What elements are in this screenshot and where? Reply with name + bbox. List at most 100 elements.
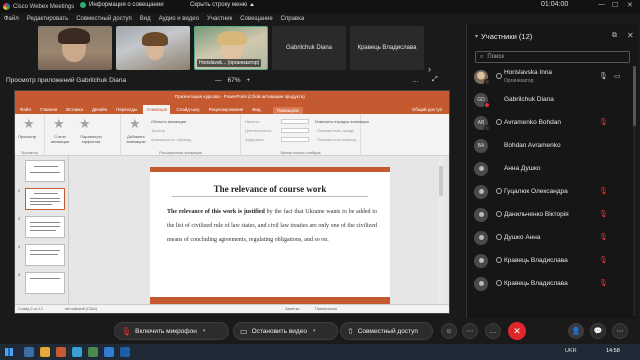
slide-thumb-2[interactable] xyxy=(25,188,65,210)
ppt-tab-animations[interactable]: Анимация xyxy=(143,105,171,114)
comments-button[interactable]: Примечания xyxy=(315,307,337,311)
menu-help[interactable]: Справка xyxy=(281,16,305,22)
minimize-icon[interactable]: — xyxy=(598,1,605,8)
move-later-button[interactable]: Переместить вперед xyxy=(317,137,356,142)
animation-pane-button[interactable]: Область анимации xyxy=(151,119,186,124)
fullscreen-icon[interactable]: ⤢ xyxy=(432,76,438,84)
participant-row[interactable]: Анна Душко xyxy=(467,158,632,180)
add-animation-star-icon[interactable]: ★ xyxy=(129,117,141,130)
zoom-level[interactable]: 67% xyxy=(228,77,241,84)
menu-participant[interactable]: Участник xyxy=(207,16,232,22)
ppt-tab-transitions[interactable]: Переходы xyxy=(113,105,140,114)
participant-row[interactable]: Душко Анна 🎙 xyxy=(467,227,632,249)
taskbar-app-icon[interactable] xyxy=(104,347,114,357)
slide-thumb-4[interactable] xyxy=(25,244,65,266)
taskbar-app-icon[interactable] xyxy=(120,347,130,357)
menu-share[interactable]: Совместный доступ xyxy=(76,16,132,22)
language-tray[interactable]: UKR xyxy=(565,348,577,354)
ppt-search-box[interactable]: Помощник xyxy=(272,107,303,114)
mic-muted-icon[interactable]: 🎙 xyxy=(599,118,608,126)
ppt-tab-review[interactable]: Рецензирование xyxy=(206,105,247,114)
duration-input[interactable] xyxy=(281,128,309,133)
maximize-icon[interactable]: ☐ xyxy=(612,1,618,9)
add-animation-button[interactable]: Добавить анимацию xyxy=(123,134,149,144)
effect-options-button[interactable]: Параметры эффектов xyxy=(77,134,105,144)
participant-row[interactable]: Гуцалюк Олександра 🎙 xyxy=(467,181,632,203)
mic-muted-icon[interactable]: 🎙 xyxy=(599,187,608,195)
ppt-tab-file[interactable]: Файл xyxy=(17,105,34,114)
taskbar-app-icon[interactable] xyxy=(56,347,66,357)
participant-row[interactable]: AB Avramenko Bohdan 🎙 xyxy=(467,112,632,134)
participants-toggle-icon[interactable]: 👤 xyxy=(568,323,584,339)
zoom-in-button[interactable]: + xyxy=(247,77,251,84)
video-tile-host[interactable]: Horislavsk... (организатор) xyxy=(194,26,268,70)
start-select[interactable] xyxy=(281,119,309,124)
participant-search-input[interactable]: ⌕ Поиск xyxy=(475,51,630,63)
animation-painter-button[interactable]: Анимация по образцу xyxy=(151,137,191,142)
trigger-button[interactable]: Триггер xyxy=(151,128,165,133)
ppt-share-button[interactable]: Общий доступ xyxy=(409,105,445,114)
slide-thumb-3[interactable] xyxy=(25,216,65,238)
close-panel-icon[interactable]: ✕ xyxy=(627,31,634,40)
close-icon[interactable]: ✕ xyxy=(627,1,633,9)
video-tile-1[interactable] xyxy=(38,26,112,70)
windows-start-icon[interactable] xyxy=(5,348,13,356)
menu-file[interactable]: Файл xyxy=(4,16,19,22)
ppt-tab-slideshow[interactable]: Слайд-шоу xyxy=(173,105,202,114)
participant-list-scrollbar[interactable] xyxy=(633,66,636,316)
ppt-tab-insert[interactable]: Вставка xyxy=(63,105,86,114)
preview-star-icon[interactable]: ★ xyxy=(23,117,35,130)
menu-meeting[interactable]: Совещание xyxy=(240,16,272,22)
slide-canvas[interactable]: The relevance of course work The relevan… xyxy=(150,167,390,306)
slide-thumb-1[interactable] xyxy=(25,160,65,182)
notes-button[interactable]: Заметки xyxy=(285,307,300,311)
avatar xyxy=(474,254,488,268)
taskbar-app-icon[interactable] xyxy=(40,347,50,357)
unmute-button[interactable]: 🎙 Включить микрофон ▾ xyxy=(114,322,229,340)
participant-row[interactable]: Кравець Владислава 🎙 xyxy=(467,250,632,272)
menu-edit[interactable]: Редактировать xyxy=(27,16,68,22)
participant-row[interactable]: Horislavska Inna Организатор 🎙 ▭ xyxy=(467,66,632,88)
chevron-down-icon[interactable]: ▾ xyxy=(203,328,206,334)
ppt-tab-design[interactable]: Дизайн xyxy=(89,105,110,114)
anim-styles-button[interactable]: Стили анимации xyxy=(47,134,73,144)
anim-style-star-icon[interactable]: ★ xyxy=(53,117,65,130)
popout-icon[interactable]: ⧉ xyxy=(612,32,617,40)
participants-header[interactable]: ▾ Участники (12) xyxy=(475,32,532,41)
ppt-vertical-scrollbar[interactable] xyxy=(438,156,444,306)
mic-muted-icon[interactable]: 🎙 xyxy=(599,233,608,241)
mic-muted-icon[interactable]: 🎙 xyxy=(599,279,608,287)
participant-row[interactable]: GD Gabrilchuk Diana xyxy=(467,89,632,111)
mic-muted-icon[interactable]: 🎙 xyxy=(599,210,608,218)
zoom-out-button[interactable]: — xyxy=(215,77,222,84)
menu-audio-video[interactable]: Аудио и видео xyxy=(159,16,199,22)
participant-row[interactable]: BA Bohdan Avramenko xyxy=(467,135,632,157)
taskbar-app-icon[interactable] xyxy=(72,347,82,357)
effect-options-star-icon[interactable]: ★ xyxy=(79,117,91,130)
reactions-icon[interactable]: ☺ xyxy=(441,323,457,339)
hide-menu-button[interactable]: Скрыть строку меню xyxy=(190,2,254,8)
participant-row[interactable]: Кравець Владислава 🎙 xyxy=(467,273,632,295)
slide-thumb-5[interactable] xyxy=(25,272,65,294)
taskbar-app-icon[interactable] xyxy=(88,347,98,357)
preview-button[interactable]: Просмотр xyxy=(18,134,36,139)
ppt-tab-home[interactable]: Главная xyxy=(37,105,60,114)
stop-video-button[interactable]: ▭ Остановить видео ▾ xyxy=(233,322,338,340)
more-options-icon[interactable]: … xyxy=(412,77,419,84)
taskbar-app-icon[interactable] xyxy=(24,347,34,357)
participant-row[interactable]: Данильченко Вікторія 🎙 xyxy=(467,204,632,226)
video-tile-gabrilchuk[interactable]: Gabrilchuk Diana xyxy=(272,26,346,70)
delay-input[interactable] xyxy=(281,137,309,142)
menu-view[interactable]: Вид xyxy=(140,16,151,22)
move-earlier-button[interactable]: Переместить назад xyxy=(317,128,353,133)
more-panels-icon[interactable]: ⋯ xyxy=(612,323,628,339)
mic-icon[interactable]: 🎙 xyxy=(599,72,608,80)
ppt-tab-view[interactable]: Вид xyxy=(249,105,263,114)
chat-icon[interactable]: 💬 xyxy=(590,323,606,339)
share-button[interactable]: ⇧ Совместный доступ xyxy=(340,322,433,340)
mic-muted-icon[interactable]: 🎙 xyxy=(599,256,608,264)
chevron-down-icon[interactable]: ▾ xyxy=(313,328,316,334)
video-tile-2[interactable] xyxy=(116,26,190,70)
meeting-info-button[interactable]: Информация о совещании xyxy=(80,2,164,8)
video-tile-kravets[interactable]: Кравець Владислава xyxy=(350,26,424,70)
